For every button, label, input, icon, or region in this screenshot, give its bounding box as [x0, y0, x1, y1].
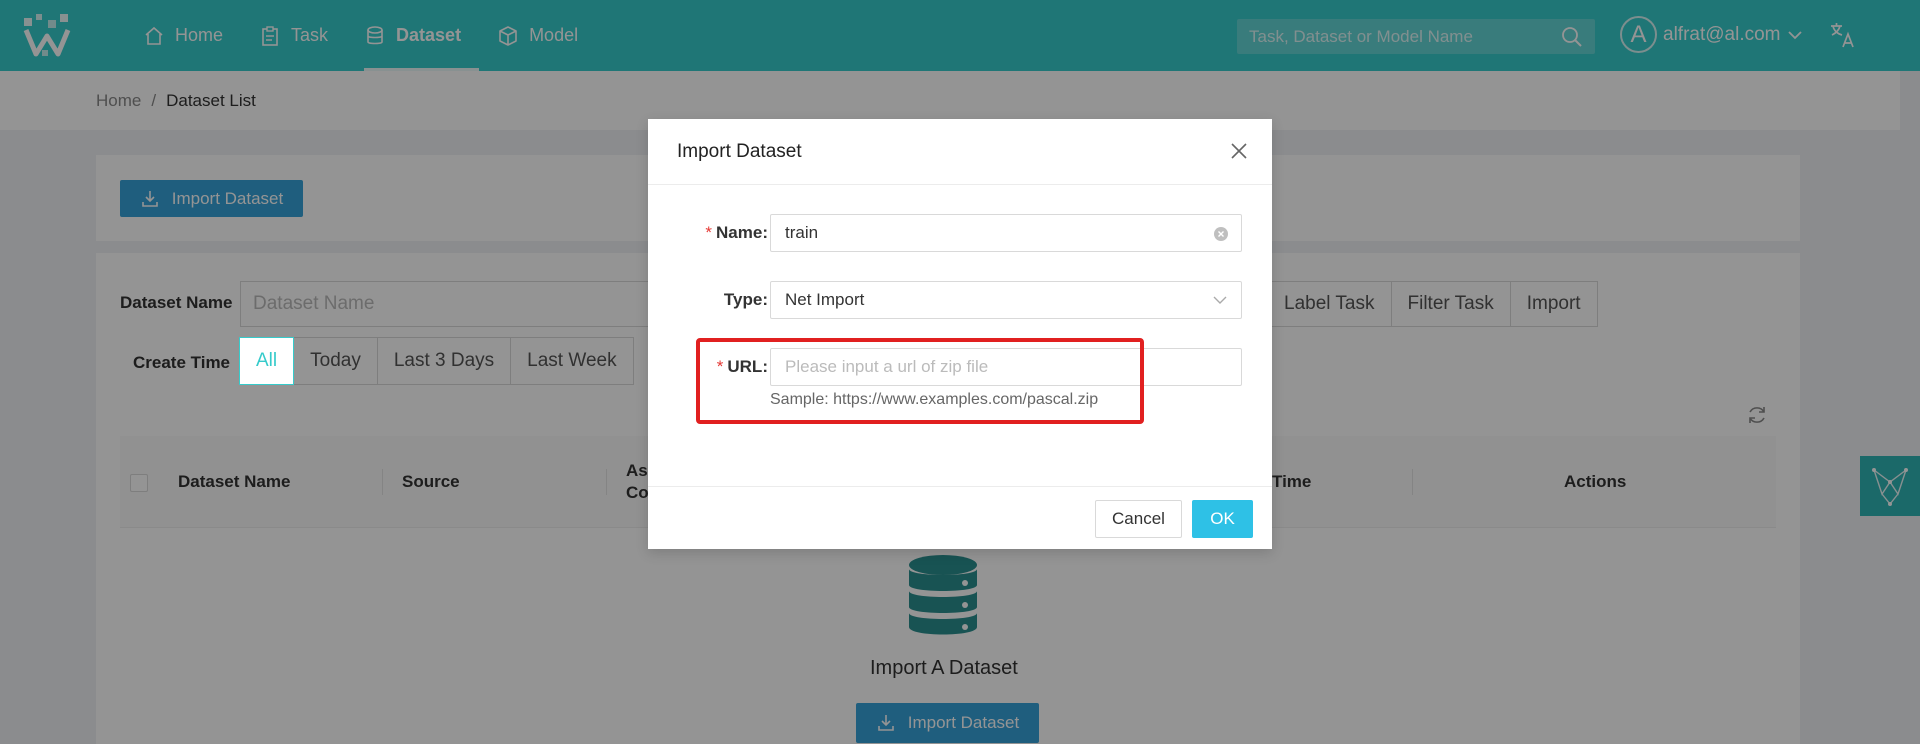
clear-input-icon[interactable]: [1213, 226, 1229, 242]
type-select[interactable]: Net Import: [770, 281, 1242, 319]
name-field-value: train: [785, 223, 819, 242]
name-field-label: * Name:: [705, 223, 768, 242]
dialog-header: Import Dataset: [648, 119, 1272, 185]
name-label-text: Name: [716, 223, 763, 242]
time-option-all[interactable]: All: [239, 337, 295, 385]
required-mark: *: [716, 357, 724, 376]
url-field-placeholder: Please input a url of zip file: [785, 357, 989, 376]
name-field[interactable]: train: [770, 214, 1242, 252]
import-dataset-dialog: Import Dataset * Name: train Type: Net Im…: [648, 119, 1272, 549]
chevron-down-icon: [1213, 296, 1227, 304]
type-select-value: Net Import: [785, 290, 865, 309]
type-field-label: Type:: [723, 290, 768, 309]
close-icon[interactable]: [1228, 140, 1250, 162]
cancel-button[interactable]: Cancel: [1095, 500, 1182, 538]
url-field[interactable]: Please input a url of zip file: [770, 348, 1242, 386]
url-help-text: Sample: https://www.examples.com/pascal.…: [770, 391, 1099, 408]
dialog-footer: Cancel OK: [648, 486, 1272, 549]
required-mark: *: [705, 223, 713, 242]
ok-button[interactable]: OK: [1192, 500, 1253, 538]
url-field-label: * URL:: [716, 357, 768, 376]
type-label-text: Type: [723, 290, 763, 309]
url-label-text: URL: [727, 357, 763, 376]
dialog-title: Import Dataset: [677, 140, 802, 162]
